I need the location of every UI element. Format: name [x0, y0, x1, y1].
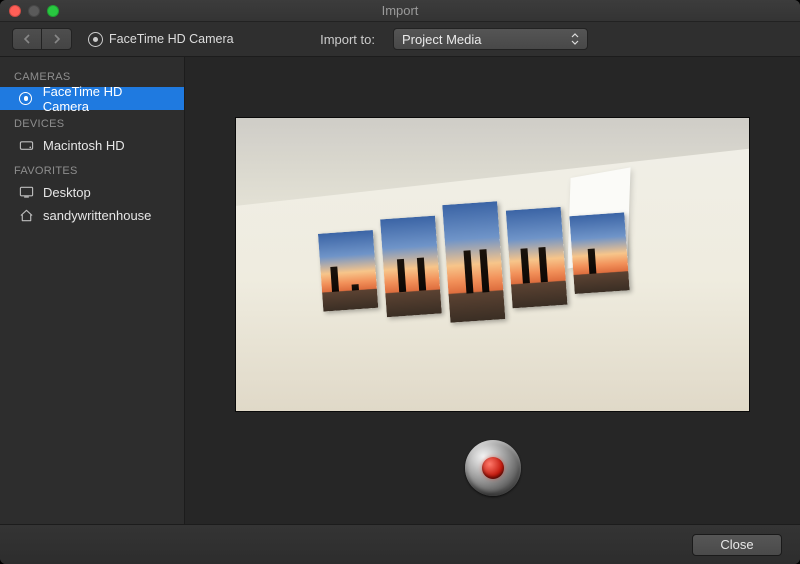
sidebar-item-home[interactable]: sandywrittenhouse	[0, 204, 184, 227]
import-window: Import FaceTime HD Camera Import to: Pro…	[0, 0, 800, 564]
close-button[interactable]: Close	[692, 534, 782, 556]
import-to-dropdown[interactable]: Project Media	[393, 28, 588, 50]
zoom-window-icon[interactable]	[47, 5, 59, 17]
hdd-icon	[18, 138, 34, 154]
sidebar-item-label: Desktop	[43, 185, 91, 200]
close-window-icon[interactable]	[9, 5, 21, 17]
dropdown-stepper-icon	[571, 29, 581, 49]
forward-button[interactable]	[42, 28, 72, 50]
camera-preview	[235, 117, 750, 412]
camera-icon	[88, 32, 103, 47]
import-to-label: Import to:	[320, 32, 375, 47]
sidebar-item-facetime-camera[interactable]: FaceTime HD Camera	[0, 87, 184, 110]
source-indicator: FaceTime HD Camera	[88, 32, 234, 47]
footer: Close	[0, 524, 800, 564]
home-icon	[18, 208, 34, 224]
desktop-icon	[18, 185, 34, 201]
sidebar-item-label: sandywrittenhouse	[43, 208, 151, 223]
window-controls	[9, 5, 59, 17]
sidebar-item-desktop[interactable]: Desktop	[0, 181, 184, 204]
close-button-label: Close	[720, 537, 753, 552]
toolbar: FaceTime HD Camera Import to: Project Me…	[0, 22, 800, 57]
section-heading-devices: DEVICES	[0, 110, 184, 134]
camera-icon	[18, 91, 34, 107]
window-title: Import	[0, 3, 800, 18]
record-button[interactable]	[465, 440, 521, 496]
sidebar-item-label: Macintosh HD	[43, 138, 125, 153]
titlebar: Import	[0, 0, 800, 22]
sidebar-item-macintosh-hd[interactable]: Macintosh HD	[0, 134, 184, 157]
section-heading-favorites: FAVORITES	[0, 157, 184, 181]
sidebar: CAMERAS FaceTime HD Camera DEVICES Macin…	[0, 57, 185, 524]
source-label: FaceTime HD Camera	[109, 32, 234, 46]
main-area	[185, 57, 800, 524]
nav-segment	[12, 28, 72, 50]
minimize-window-icon	[28, 5, 40, 17]
content: CAMERAS FaceTime HD Camera DEVICES Macin…	[0, 57, 800, 524]
sidebar-item-label: FaceTime HD Camera	[43, 84, 170, 114]
back-button[interactable]	[12, 28, 42, 50]
import-to-value: Project Media	[402, 32, 481, 47]
